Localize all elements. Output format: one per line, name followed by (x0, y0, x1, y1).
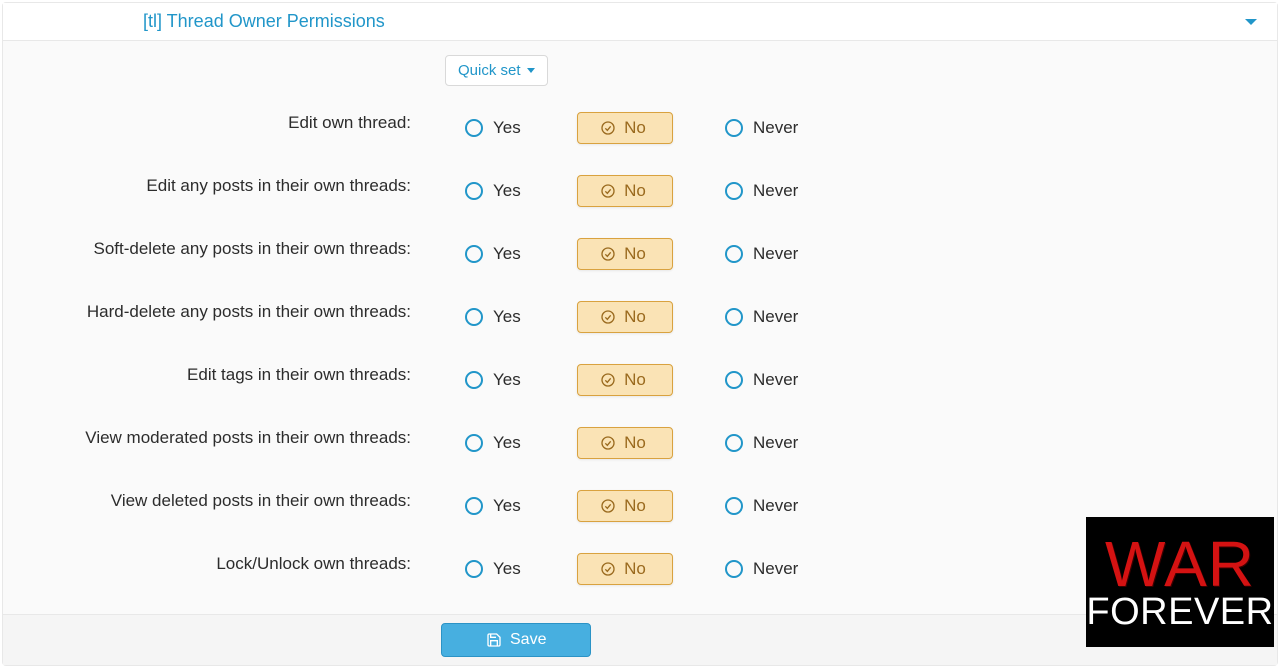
option-yes-label: Yes (493, 181, 521, 201)
option-never[interactable]: Never (725, 496, 798, 516)
permission-row: Yes No Never (439, 285, 1277, 348)
logo-line-1: WAR (1105, 534, 1255, 595)
option-never-label: Never (753, 433, 798, 453)
radio-icon (725, 245, 743, 263)
panel-header: [tl] Thread Owner Permissions (3, 3, 1277, 41)
option-no-selected[interactable]: No (577, 364, 673, 396)
permission-row: Yes No Never (439, 96, 1277, 159)
quick-set-label: Quick set (458, 62, 521, 79)
check-circle-icon (600, 120, 616, 136)
chevron-down-icon (527, 68, 535, 73)
permission-label: Soft-delete any posts in their own threa… (3, 217, 433, 280)
check-circle-icon (600, 372, 616, 388)
option-yes-label: Yes (493, 433, 521, 453)
radio-icon (465, 245, 483, 263)
option-never[interactable]: Never (725, 559, 798, 579)
option-no-label: No (624, 307, 646, 327)
option-never[interactable]: Never (725, 433, 798, 453)
option-never[interactable]: Never (725, 118, 798, 138)
option-never-label: Never (753, 118, 798, 138)
option-never-label: Never (753, 181, 798, 201)
option-no-label: No (624, 370, 646, 390)
check-circle-icon (600, 561, 616, 577)
radio-icon (465, 308, 483, 326)
option-yes-label: Yes (493, 244, 521, 264)
radio-icon (465, 434, 483, 452)
option-yes-label: Yes (493, 496, 521, 516)
radio-icon (725, 497, 743, 515)
option-yes[interactable]: Yes (465, 307, 555, 327)
option-never[interactable]: Never (725, 370, 798, 390)
radio-icon (465, 371, 483, 389)
option-no-label: No (624, 496, 646, 516)
option-no-selected[interactable]: No (577, 301, 673, 333)
option-no-selected[interactable]: No (577, 175, 673, 207)
option-yes[interactable]: Yes (465, 370, 555, 390)
check-circle-icon (600, 183, 616, 199)
option-no-label: No (624, 433, 646, 453)
permission-label: Edit own thread: (3, 91, 433, 154)
permission-label: View moderated posts in their own thread… (3, 406, 433, 469)
radio-icon (465, 182, 483, 200)
option-no-selected[interactable]: No (577, 553, 673, 585)
permission-label: Hard-delete any posts in their own threa… (3, 280, 433, 343)
radio-icon (725, 560, 743, 578)
radio-icon (725, 434, 743, 452)
permission-label: Edit any posts in their own threads: (3, 154, 433, 217)
option-yes[interactable]: Yes (465, 559, 555, 579)
option-never-label: Never (753, 307, 798, 327)
option-never-label: Never (753, 370, 798, 390)
check-circle-icon (600, 498, 616, 514)
option-yes[interactable]: Yes (465, 244, 555, 264)
option-never[interactable]: Never (725, 307, 798, 327)
permission-label: View deleted posts in their own threads: (3, 469, 433, 532)
radio-icon (465, 560, 483, 578)
option-never-label: Never (753, 559, 798, 579)
radio-icon (725, 371, 743, 389)
option-no-selected[interactable]: No (577, 427, 673, 459)
option-yes[interactable]: Yes (465, 496, 555, 516)
option-yes[interactable]: Yes (465, 118, 555, 138)
save-icon (486, 632, 502, 648)
check-circle-icon (600, 246, 616, 262)
check-circle-icon (600, 435, 616, 451)
option-yes-label: Yes (493, 370, 521, 390)
logo-line-2: FOREVER (1086, 594, 1273, 630)
permission-row: Yes No Never (439, 411, 1277, 474)
save-button[interactable]: Save (441, 623, 591, 657)
option-never[interactable]: Never (725, 181, 798, 201)
collapse-toggle-icon[interactable] (1245, 19, 1257, 25)
quick-set-button[interactable]: Quick set (445, 55, 548, 86)
check-circle-icon (600, 309, 616, 325)
option-yes-label: Yes (493, 118, 521, 138)
option-never[interactable]: Never (725, 244, 798, 264)
permission-row: Yes No Never (439, 222, 1277, 285)
panel-title: [tl] Thread Owner Permissions (143, 11, 385, 32)
radio-icon (725, 182, 743, 200)
option-yes-label: Yes (493, 559, 521, 579)
option-no-label: No (624, 244, 646, 264)
option-yes-label: Yes (493, 307, 521, 327)
option-never-label: Never (753, 244, 798, 264)
radio-icon (465, 497, 483, 515)
permission-row: Yes No Never (439, 348, 1277, 411)
radio-icon (465, 119, 483, 137)
radio-icon (725, 119, 743, 137)
option-no-label: No (624, 559, 646, 579)
option-yes[interactable]: Yes (465, 181, 555, 201)
option-no-selected[interactable]: No (577, 490, 673, 522)
option-no-label: No (624, 181, 646, 201)
permission-label: Lock/Unlock own threads: (3, 532, 433, 595)
site-logo: WAR FOREVER (1086, 517, 1274, 647)
option-yes[interactable]: Yes (465, 433, 555, 453)
permission-label: Edit tags in their own threads: (3, 343, 433, 406)
option-never-label: Never (753, 496, 798, 516)
radio-icon (725, 308, 743, 326)
permission-row: Yes No Never (439, 159, 1277, 222)
save-button-label: Save (510, 631, 546, 649)
permission-labels-column: Edit own thread:Edit any posts in their … (3, 41, 433, 614)
option-no-selected[interactable]: No (577, 112, 673, 144)
option-no-label: No (624, 118, 646, 138)
option-no-selected[interactable]: No (577, 238, 673, 270)
